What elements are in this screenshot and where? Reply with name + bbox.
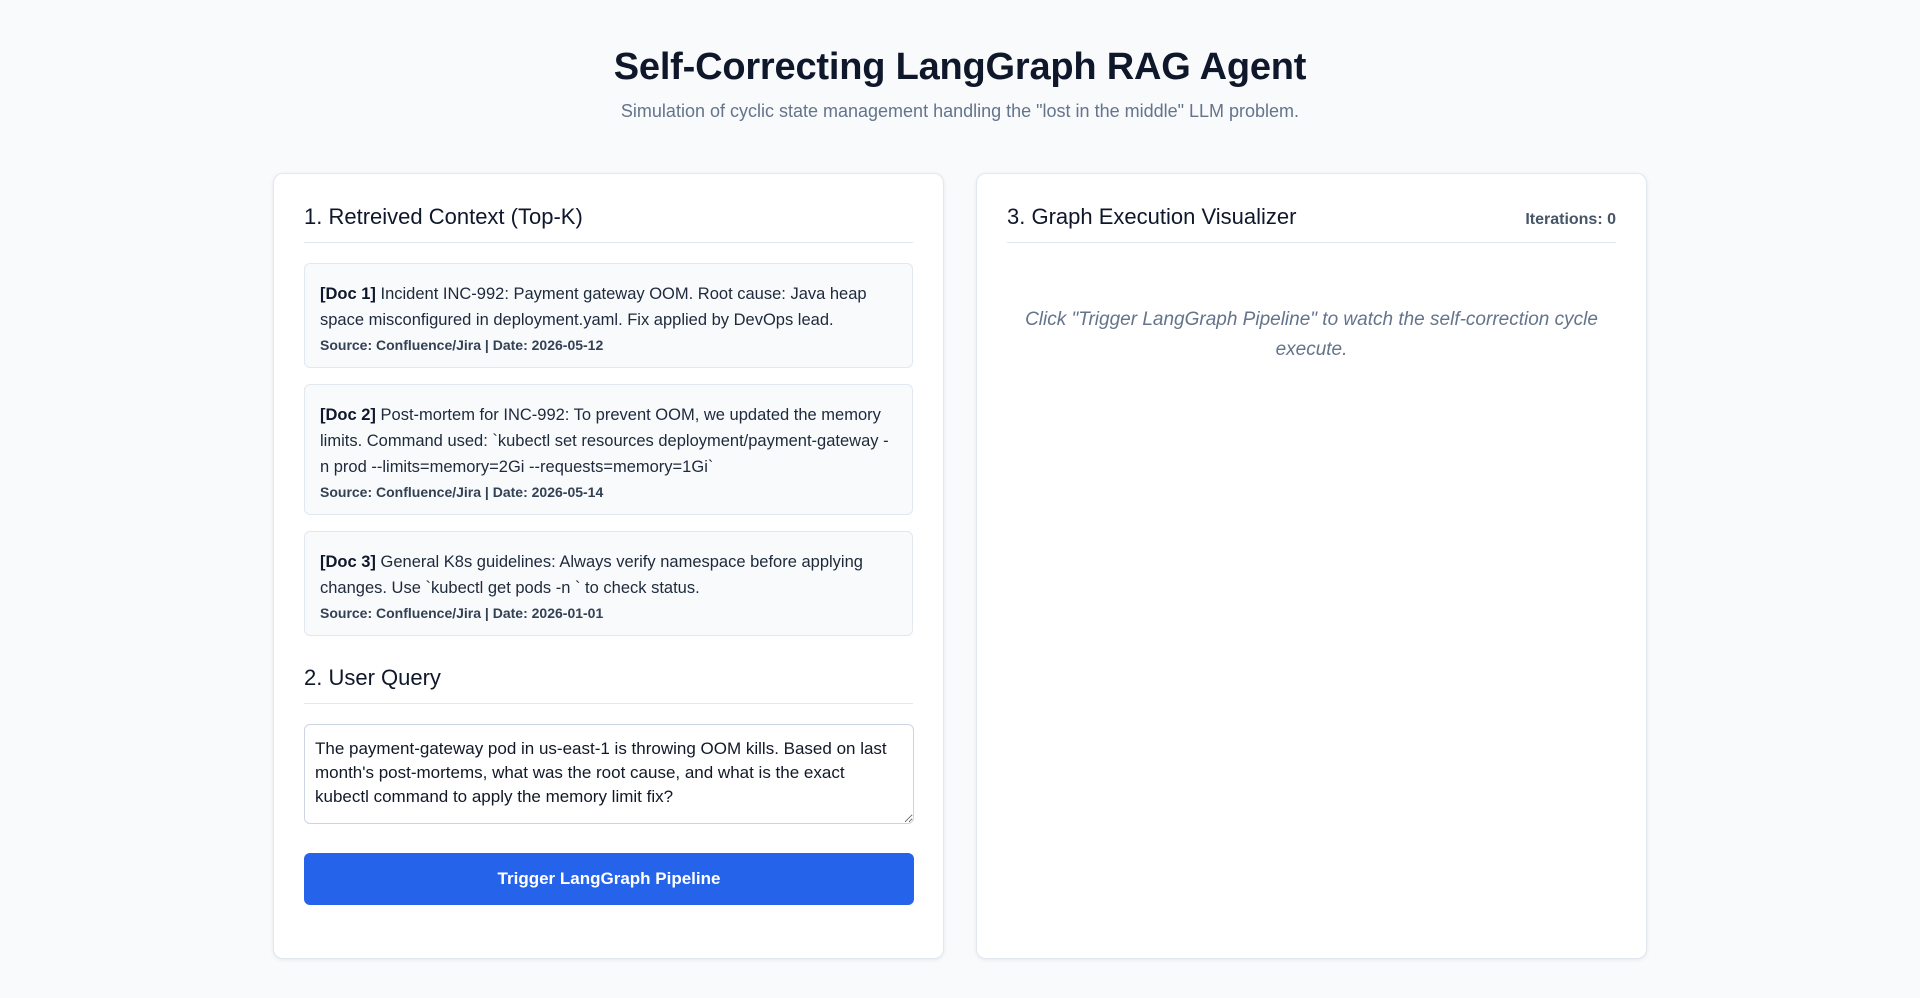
context-section-title: 1. Retreived Context (Top-K) [304,204,583,229]
doc-tag: [Doc 2] [320,406,376,424]
doc-meta: Source: Confluence/Jira | Date: 2026-01-… [320,605,604,621]
visualizer-section-title: 3. Graph Execution Visualizer [1007,204,1297,229]
visualizer-section-header: 3. Graph Execution Visualizer Iterations… [1007,204,1616,243]
doc-text: General K8s guidelines: Always verify na… [320,553,863,597]
doc-meta: Source: Confluence/Jira | Date: 2026-05-… [320,484,604,500]
doc-body: [Doc 1] Incident INC-992: Payment gatewa… [320,281,897,333]
trigger-pipeline-button[interactable]: Trigger LangGraph Pipeline [304,853,914,905]
query-section-title: 2. User Query [304,665,441,690]
panels: 1. Retreived Context (Top-K) [Doc 1] Inc… [273,173,1648,959]
query-section-header: 2. User Query [304,665,913,704]
doc-tag: [Doc 1] [320,285,376,303]
context-doc-list: [Doc 1] Incident INC-992: Payment gatewa… [304,263,913,636]
query-section: 2. User Query The payment-gateway pod in… [304,665,914,905]
page-subtitle: Simulation of cyclic state management ha… [620,101,1300,121]
doc-text: Incident INC-992: Payment gateway OOM. R… [320,285,867,329]
context-doc: [Doc 3] General K8s guidelines: Always v… [304,531,913,636]
iterations-counter: Iterations: 0 [1525,211,1616,228]
visualizer-placeholder: Click "Trigger LangGraph Pipeline" to wa… [1025,309,1598,360]
doc-body: [Doc 3] General K8s guidelines: Always v… [320,549,897,601]
user-query-input[interactable]: The payment-gateway pod in us-east-1 is … [304,724,914,824]
page-title: Self-Correcting LangGraph RAG Agent [613,46,1307,88]
context-doc: [Doc 2] Post-mortem for INC-992: To prev… [304,384,913,515]
visualizer-panel: 3. Graph Execution Visualizer Iterations… [976,173,1647,959]
doc-body: [Doc 2] Post-mortem for INC-992: To prev… [320,402,897,480]
context-section-header: 1. Retreived Context (Top-K) [304,204,913,243]
input-panel: 1. Retreived Context (Top-K) [Doc 1] Inc… [273,173,944,959]
context-doc: [Doc 1] Incident INC-992: Payment gatewa… [304,263,913,368]
doc-tag: [Doc 3] [320,553,376,571]
doc-meta: Source: Confluence/Jira | Date: 2026-05-… [320,337,604,353]
doc-text: Post-mortem for INC-992: To prevent OOM,… [320,406,889,476]
page-header: Self-Correcting LangGraph RAG Agent Simu… [0,0,1920,122]
